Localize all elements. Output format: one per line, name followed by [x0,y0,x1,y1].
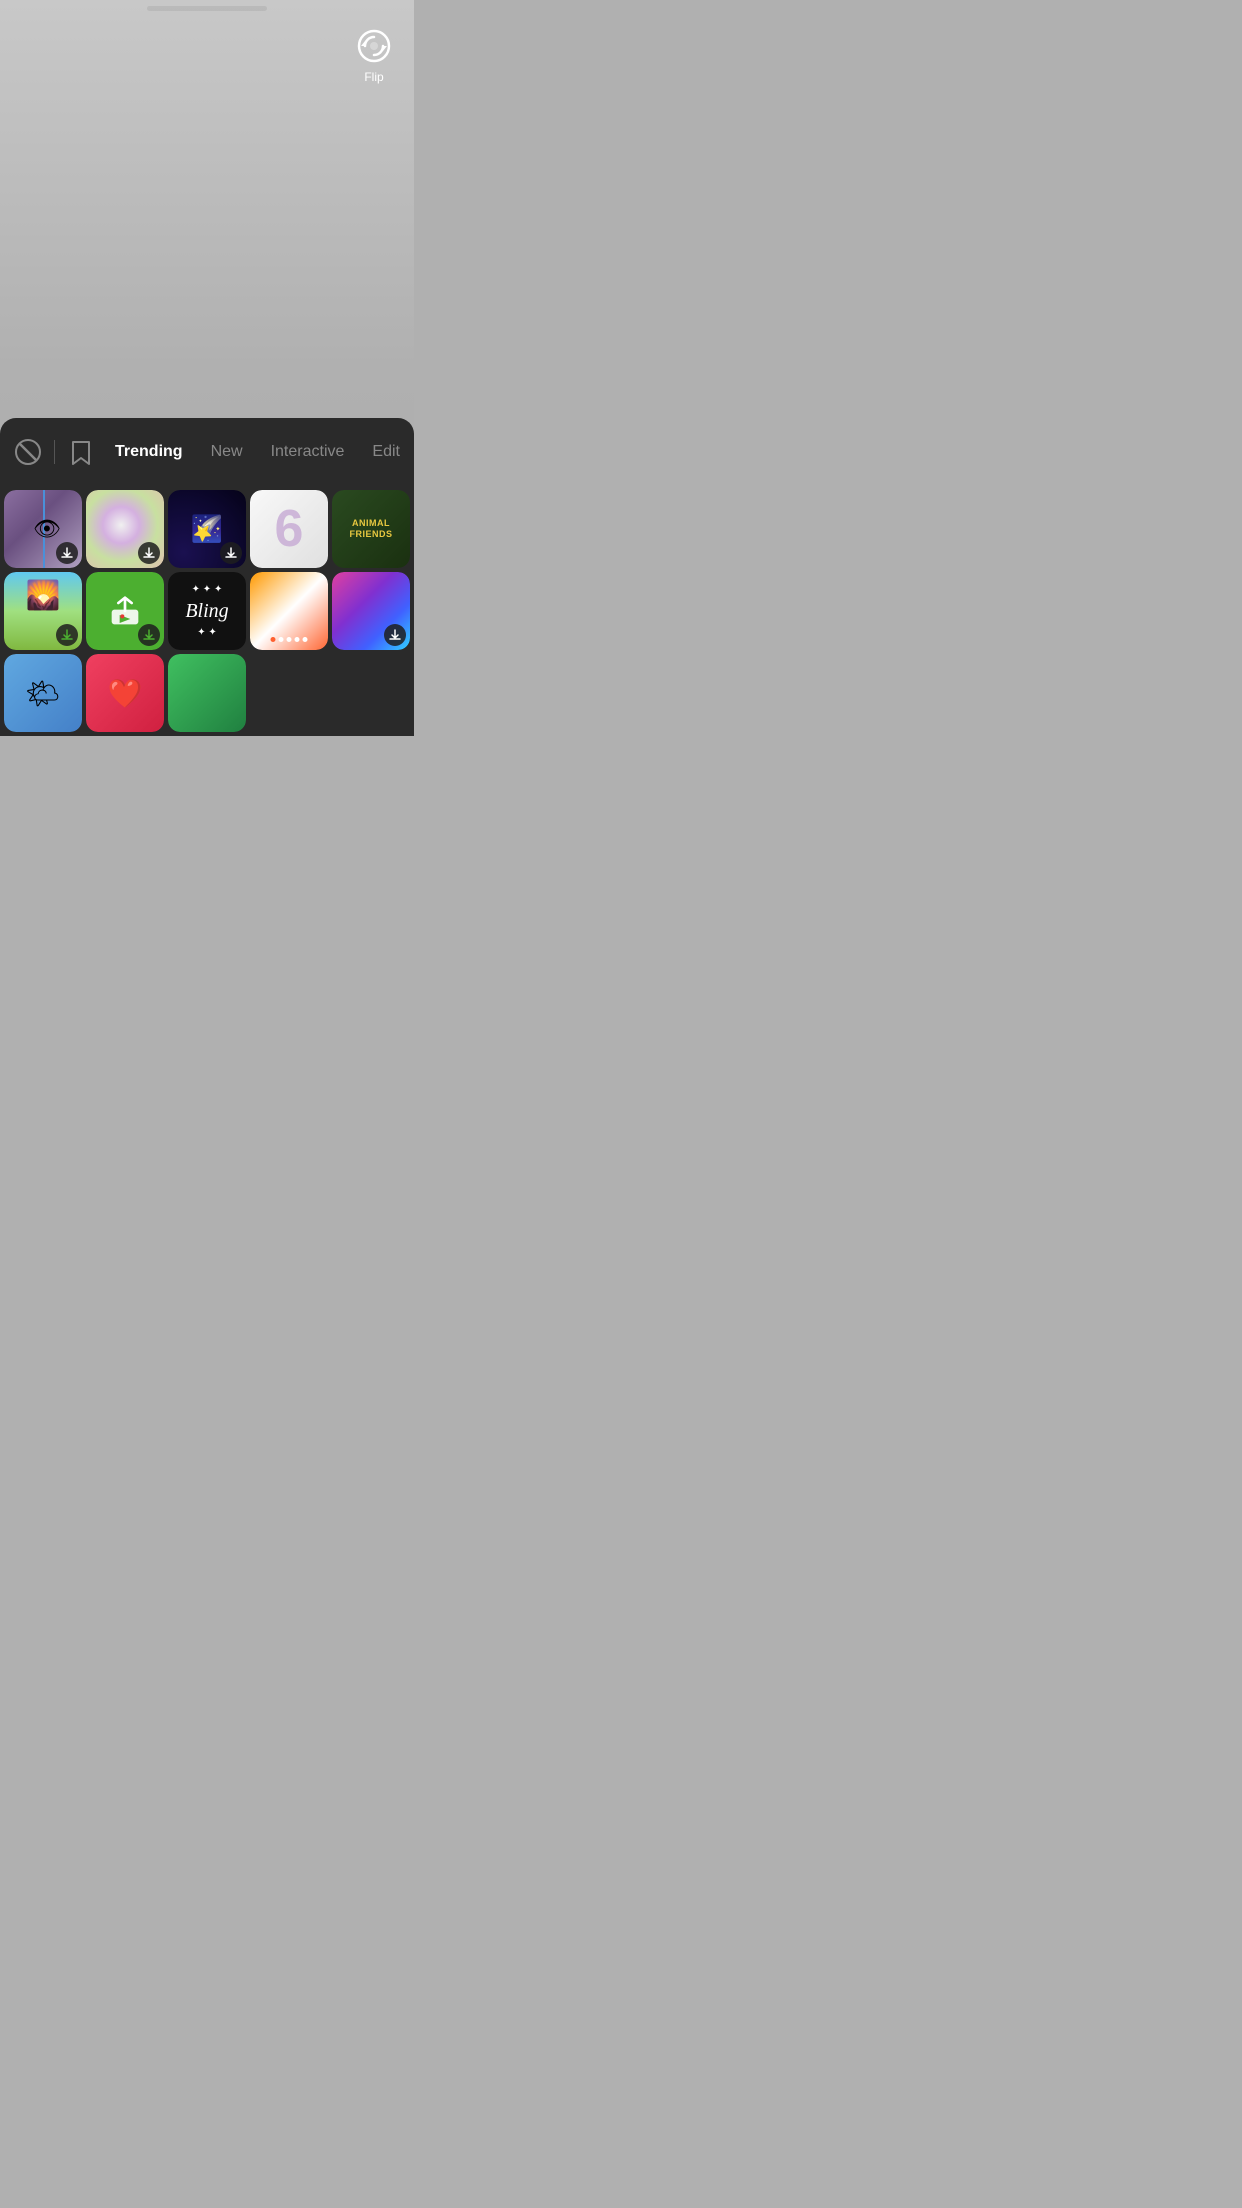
bling-label: Bling [185,600,228,623]
filter-grid: ANIMALFRIENDS [0,482,414,736]
flip-camera-icon [352,24,396,68]
filter-hearts[interactable] [86,654,164,732]
filter-comet[interactable] [168,490,246,568]
saved-filters-button[interactable] [61,432,101,472]
tab-interactive[interactable]: Interactive [257,437,359,467]
filter-landscape[interactable] [4,572,82,650]
filter-number6[interactable] [250,490,328,568]
tab-edit[interactable]: Edit [358,437,414,467]
flip-label: Flip [364,70,383,84]
flip-button[interactable]: Flip [352,24,396,84]
filter-animal-friends[interactable]: ANIMALFRIENDS [332,490,410,568]
tab-new[interactable]: New [197,437,257,467]
camera-view: Flip Trending [0,0,414,736]
status-bar-indicator [147,6,267,11]
filter-weather-hand[interactable]: 🌤 [4,654,82,732]
download-badge [384,624,406,646]
download-badge [138,542,160,564]
filter-purple-gradient[interactable] [332,572,410,650]
filter-upload-video[interactable] [86,572,164,650]
tab-bar: Trending New Interactive Edit [0,418,414,482]
no-filter-button[interactable] [8,432,48,472]
bottom-panel: Trending New Interactive Edit [0,418,414,736]
download-badge [138,624,160,646]
filter-egg-morph[interactable] [250,572,328,650]
animal-friends-label: ANIMALFRIENDS [345,514,396,544]
download-badge [220,542,242,564]
filter-green-abstract[interactable] [168,654,246,732]
tab-trending[interactable]: Trending [101,437,197,467]
filter-face-split[interactable] [4,490,82,568]
filter-color-orb[interactable] [86,490,164,568]
download-badge [56,542,78,564]
egg-dots [271,637,308,642]
filter-bling[interactable]: Bling [168,572,246,650]
tab-divider [54,440,55,464]
download-badge [56,624,78,646]
